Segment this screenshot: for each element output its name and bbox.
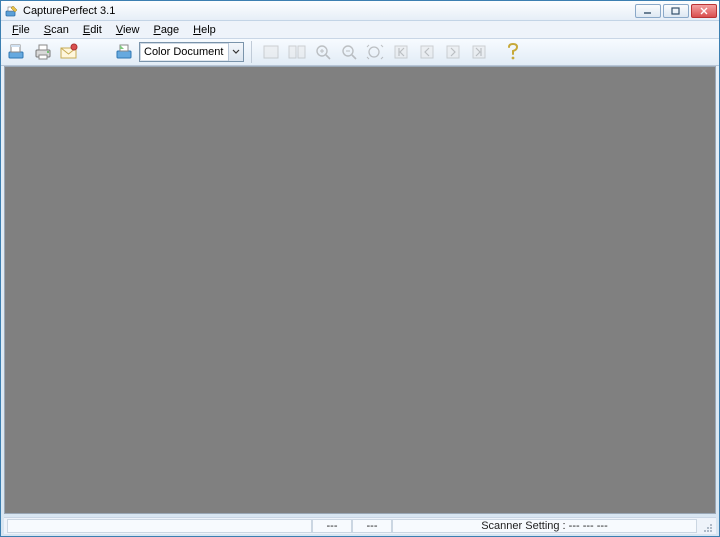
scan-mode-combo[interactable]: Color Document — [139, 42, 244, 62]
status-message — [7, 519, 312, 533]
minimize-button[interactable] — [635, 4, 661, 18]
help-button[interactable] — [501, 41, 525, 64]
zoom-in-button[interactable] — [311, 41, 335, 64]
workspace — [4, 66, 716, 514]
toolbar-separator — [251, 41, 252, 63]
app-window: CapturePerfect 3.1 File Scan Edit View P… — [0, 0, 720, 537]
chevron-down-icon — [228, 43, 243, 61]
window-controls — [635, 4, 717, 18]
next-page-button[interactable] — [441, 41, 465, 64]
titlebar: CapturePerfect 3.1 — [1, 1, 719, 21]
scan-to-mail-button[interactable] — [57, 41, 81, 64]
status-cell-a: --- — [312, 519, 352, 533]
first-page-button[interactable] — [389, 41, 413, 64]
toolbar: Color Document — [1, 39, 719, 66]
status-scanner-setting: Scanner Setting : --- --- --- — [392, 519, 697, 533]
split-view-button[interactable] — [285, 41, 309, 64]
close-button[interactable] — [691, 4, 717, 18]
window-title: CapturePerfect 3.1 — [23, 5, 635, 17]
app-icon — [5, 4, 19, 18]
fit-to-window-button[interactable] — [363, 41, 387, 64]
single-page-view-button[interactable] — [259, 41, 283, 64]
zoom-out-button[interactable] — [337, 41, 361, 64]
resize-grip-icon[interactable] — [699, 519, 713, 533]
menu-view[interactable]: View — [109, 23, 147, 37]
scan-to-print-button[interactable] — [31, 41, 55, 64]
status-cell-b: --- — [352, 519, 392, 533]
prev-page-button[interactable] — [415, 41, 439, 64]
scan-mode-selected: Color Document — [144, 46, 223, 58]
menu-help[interactable]: Help — [186, 23, 223, 37]
maximize-button[interactable] — [663, 4, 689, 18]
statusbar: --- --- Scanner Setting : --- --- --- — [4, 517, 716, 534]
scan-to-file-button[interactable] — [5, 41, 29, 64]
menu-edit[interactable]: Edit — [76, 23, 109, 37]
scanner-settings-button[interactable] — [113, 41, 137, 64]
menubar: File Scan Edit View Page Help — [1, 21, 719, 39]
menu-page[interactable]: Page — [146, 23, 186, 37]
menu-file[interactable]: File — [5, 23, 37, 37]
menu-scan[interactable]: Scan — [37, 23, 76, 37]
last-page-button[interactable] — [467, 41, 491, 64]
